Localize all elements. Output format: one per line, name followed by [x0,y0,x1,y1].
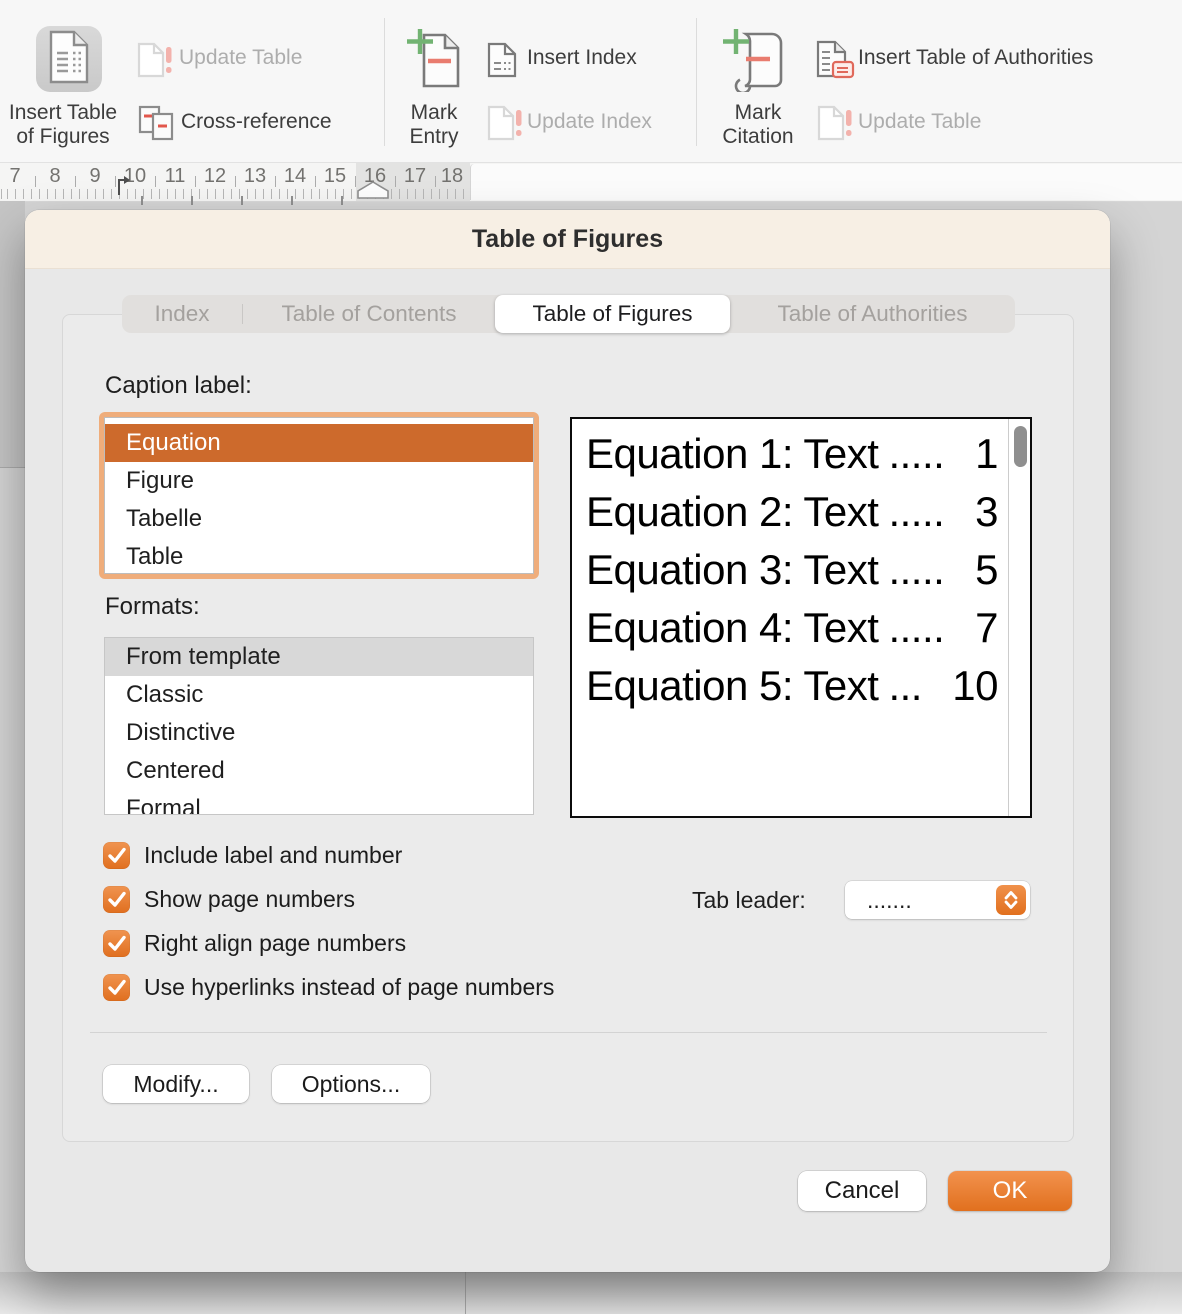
horizontal-ruler: 7 8 9 10 11 12 13 14 15 16 17 18 [0,163,1182,202]
page-edge-line [465,1272,466,1314]
list-item-centered[interactable]: Centered [105,752,533,790]
checkbox-right-align-page-numbers[interactable]: Right align page numbers [103,930,406,957]
ruler-number: 12 [200,165,230,188]
preview-line: Equation 2: Text.....3 [586,483,998,541]
ruler-number: 15 [320,165,350,188]
list-item-from-template[interactable]: From template [105,638,533,676]
tab-stop-mark[interactable] [141,196,143,205]
tab-leader-dropdown[interactable]: ....... [845,881,1030,919]
ruler-number: 7 [0,165,30,188]
preview-line: Equation 4: Text.....7 [586,599,998,657]
list-item-distinctive[interactable]: Distinctive [105,714,533,752]
checkbox-label: Use hyperlinks instead of page numbers [144,974,554,1001]
screen: Insert Table of Figures Update Table Cro… [0,0,1182,1314]
tab-index[interactable]: Index [122,295,242,333]
update-table-button: Update Table [179,46,302,70]
preview-lines: Equation 1: Text.....1 Equation 2: Text.… [586,425,998,715]
tab-table-of-contents[interactable]: Table of Contents [243,295,495,333]
dialog-tab-bar: Index Table of Contents Table of Figures… [122,295,1015,333]
caption-label-label: Caption label: [105,372,252,400]
mark-citation-icon [722,26,786,97]
dialog-title: Table of Figures [25,210,1110,268]
formats-listbox: From template Classic Distinctive Center… [104,637,534,815]
insert-table-of-figures-button[interactable] [36,26,102,92]
ok-button[interactable]: OK [948,1171,1072,1211]
list-item-formal[interactable]: Formal [105,790,533,815]
checkbox-checked-icon[interactable] [103,886,130,913]
tab-leader-label: Tab leader: [692,887,806,914]
insert-index-icon [487,42,521,83]
cancel-button[interactable]: Cancel [798,1171,926,1211]
ribbon: Insert Table of Figures Update Table Cro… [0,0,1182,163]
checkbox-checked-icon[interactable] [103,842,130,869]
preview-line: Equation 3: Text.....5 [586,541,998,599]
ruler-numbers: 7 8 9 10 11 12 13 14 15 16 17 18 [0,165,470,187]
list-item-table[interactable]: Table [105,538,533,574]
checkbox-label: Show page numbers [144,886,355,913]
table-of-figures-icon [47,30,91,89]
update-table-2-icon [817,105,853,146]
update-table-2-button: Update Table [858,110,981,134]
preview-scrollbar-thumb[interactable] [1014,426,1027,467]
ribbon-separator [696,18,697,146]
right-margin-marker[interactable] [357,181,389,204]
checkbox-include-label-and-number[interactable]: Include label and number [103,842,402,869]
checkbox-checked-icon[interactable] [103,930,130,957]
mark-entry-icon [406,26,462,97]
dialog-titlebar: Table of Figures [25,210,1110,269]
print-preview-box: Equation 1: Text.....1 Equation 2: Text.… [570,417,1032,818]
list-item-classic[interactable]: Classic [105,676,533,714]
insert-table-of-figures-label: Insert Table of Figures [0,101,126,149]
ruler-number: 11 [160,165,190,188]
caption-label-listbox: Equation Figure Tabelle Table [99,412,539,579]
formats-label: Formats: [105,593,200,621]
first-line-indent-marker[interactable] [116,175,132,200]
tab-stop-mark[interactable] [241,196,243,205]
checkbox-checked-icon[interactable] [103,974,130,1001]
document-background [0,1272,1182,1314]
tab-table-of-figures[interactable]: Table of Figures [495,295,730,333]
checkbox-show-page-numbers[interactable]: Show page numbers [103,886,355,913]
section-divider [90,1032,1047,1033]
ribbon-separator [384,18,385,146]
update-index-button: Update Index [527,110,652,134]
ruler-number: 13 [240,165,270,188]
cross-reference-icon [138,105,174,146]
list-item-tabelle[interactable]: Tabelle [105,500,533,538]
tab-stop-mark[interactable] [341,196,343,205]
tab-stop-mark[interactable] [191,196,193,205]
insert-table-of-authorities-button[interactable]: Insert Table of Authorities [858,46,1093,70]
dropdown-stepper-icon[interactable] [996,885,1026,915]
ruler-number: 18 [437,165,467,188]
update-table-icon [137,42,173,83]
caption-label-list: Equation Figure Tabelle Table [104,417,534,574]
ruler-number: 8 [40,165,70,188]
preview-line: Equation 5: Text...10 [586,657,998,715]
ruler-number: 9 [80,165,110,188]
ruler-right-field [470,164,1182,200]
insert-index-button[interactable]: Insert Index [527,46,637,70]
ruler-number: 17 [400,165,430,188]
modify-button[interactable]: Modify... [103,1065,249,1103]
list-item-figure[interactable]: Figure [105,462,533,500]
update-index-icon [487,105,523,146]
checkbox-use-hyperlinks[interactable]: Use hyperlinks instead of page numbers [103,974,554,1001]
preview-scrollbar[interactable] [1008,419,1030,816]
preview-line: Equation 1: Text.....1 [586,425,998,483]
ruler-minor-ticks [0,189,470,199]
mark-citation-button[interactable]: Mark Citation [702,101,814,149]
cross-reference-button[interactable]: Cross-reference [181,110,332,134]
tab-stop-mark[interactable] [291,196,293,205]
table-of-figures-dialog: Table of Figures Index Table of Contents… [25,210,1110,1272]
checkbox-label: Include label and number [144,842,402,869]
document-background [0,201,25,468]
mark-entry-button[interactable]: Mark Entry [392,101,476,149]
list-item-equation[interactable]: Equation [105,424,533,462]
tab-leader-value: ....... [867,881,912,919]
tab-table-of-authorities[interactable]: Table of Authorities [730,295,1015,333]
ruler-number: 14 [280,165,310,188]
options-button[interactable]: Options... [272,1065,430,1103]
checkbox-label: Right align page numbers [144,930,406,957]
insert-table-of-authorities-icon [816,40,858,87]
